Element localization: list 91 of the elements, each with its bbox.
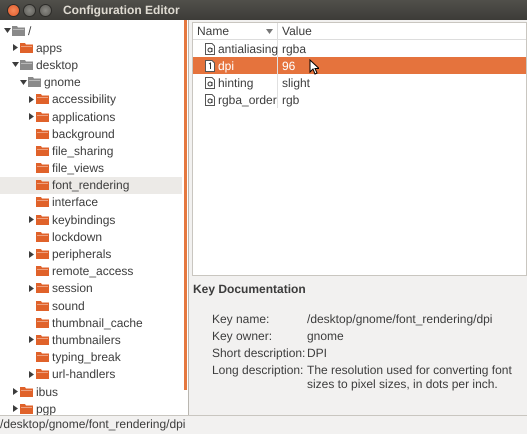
expand-arrow-icon[interactable] [29,96,34,103]
tree-label: remote_access [52,264,134,278]
expand-arrow-icon[interactable] [29,250,34,258]
key-value: rgba [281,42,306,56]
tree-label: background [52,126,115,141]
tree-item[interactable]: desktop [0,56,182,74]
tree-item[interactable]: file_views [0,160,182,177]
field-value: The resolution used for converting font sizes to pixel sizes, in dots per inch. [307,363,513,391]
tree-label: apps [36,40,62,55]
expand-arrow-icon[interactable] [13,405,18,412]
tree-label: gnome [44,75,81,90]
tree-item[interactable]: file_sharing [0,142,182,160]
tree-item[interactable]: typing_break [0,348,182,366]
tree-label: url-handlers [52,367,116,382]
tree-item[interactable]: gnome [0,74,182,91]
tree-item[interactable]: url-handlers [0,366,182,383]
tree-item[interactable]: background [0,125,182,142]
key-name: hinting [218,76,254,90]
field-value: DPI [307,346,328,360]
tree-item[interactable]: sound [0,297,182,314]
tree-item[interactable]: lockdown [0,228,182,246]
key-value: rgb [281,92,300,106]
tree-item[interactable]: keybindings [0,211,182,228]
number-key-icon [205,60,215,72]
expand-arrow-icon[interactable] [29,336,34,344]
maximize-button[interactable] [39,4,52,16]
tree-item[interactable]: remote_access [0,262,182,280]
expand-arrow-icon[interactable] [13,388,18,396]
scrollbar[interactable] [184,20,187,390]
tree-label: / [28,24,32,38]
sort-arrow-icon [266,28,273,34]
collapse-arrow-icon[interactable] [12,62,19,68]
section-title: Key Documentation [193,282,307,296]
expand-arrow-icon[interactable] [29,113,34,120]
text-key-icon [205,76,215,88]
expand-arrow-icon[interactable] [13,44,18,52]
key-name: rgba_order [218,92,277,106]
tree-item[interactable]: font_rendering [0,176,182,194]
tree-label: thumbnailers [52,332,121,347]
tree-item[interactable]: session [0,280,182,297]
table-row[interactable]: hinting slight [193,74,526,91]
collapse-arrow-icon[interactable] [20,80,27,85]
tree-label: applications [52,110,116,124]
tree-label: file_views [52,161,104,176]
key-name: dpi [218,58,234,72]
field-label: Key name: [212,312,270,326]
field-value: gnome [307,329,345,343]
tree-item[interactable]: peripherals [0,245,182,263]
text-key-icon [205,42,215,54]
tree-item[interactable]: pgp [0,400,182,415]
tree-item[interactable]: accessibility [0,90,182,108]
tree-item[interactable]: / [0,22,182,40]
key-value: slight [281,76,310,90]
key-value: 96 [281,58,296,72]
field-label: Key owner: [212,329,274,343]
tree-item[interactable]: apps [0,39,182,56]
tree-label: keybindings [52,212,116,227]
tree-label: session [52,281,93,296]
collapse-arrow-icon[interactable] [4,28,11,34]
column-header[interactable]: Name [193,23,278,39]
tree-label: accessibility [52,92,116,106]
field-value: /desktop/gnome/font_rendering/dpi [307,312,494,326]
expand-arrow-icon[interactable] [29,284,34,292]
tree-label: sound [52,298,85,313]
minimize-button[interactable] [23,4,36,16]
column-header[interactable]: Value [278,23,312,39]
tree-label: ibus [36,384,58,399]
text-key-icon [205,94,215,106]
field-label: Short description: [212,346,306,360]
tree-item[interactable]: thumbnail_cache [0,314,182,332]
tree-label: desktop [36,58,78,72]
expand-arrow-icon[interactable] [29,216,34,224]
expand-arrow-icon[interactable] [29,370,34,378]
tree-label: pgp [36,402,56,415]
tree-item[interactable]: interface [0,194,182,212]
tree-label: thumbnail_cache [52,316,143,330]
tree-item[interactable]: thumbnailers [0,331,182,349]
window-title: Configuration Editor [63,3,180,17]
tree-label: font_rendering [52,178,130,192]
tree-label: lockdown [52,230,102,244]
tree-item[interactable]: applications [0,108,182,126]
key-name: antialiasing [218,42,278,56]
tree-item[interactable]: ibus [0,382,182,400]
tree-label: interface [52,195,98,210]
tree-label: file_sharing [52,144,114,158]
tree-label: typing_break [52,350,121,364]
field-label: Long description: [212,363,304,379]
cursor-icon [309,59,319,75]
table-row[interactable]: rgba_order rgb [193,91,526,108]
close-button[interactable] [7,4,20,16]
tree-label: peripherals [52,247,112,262]
